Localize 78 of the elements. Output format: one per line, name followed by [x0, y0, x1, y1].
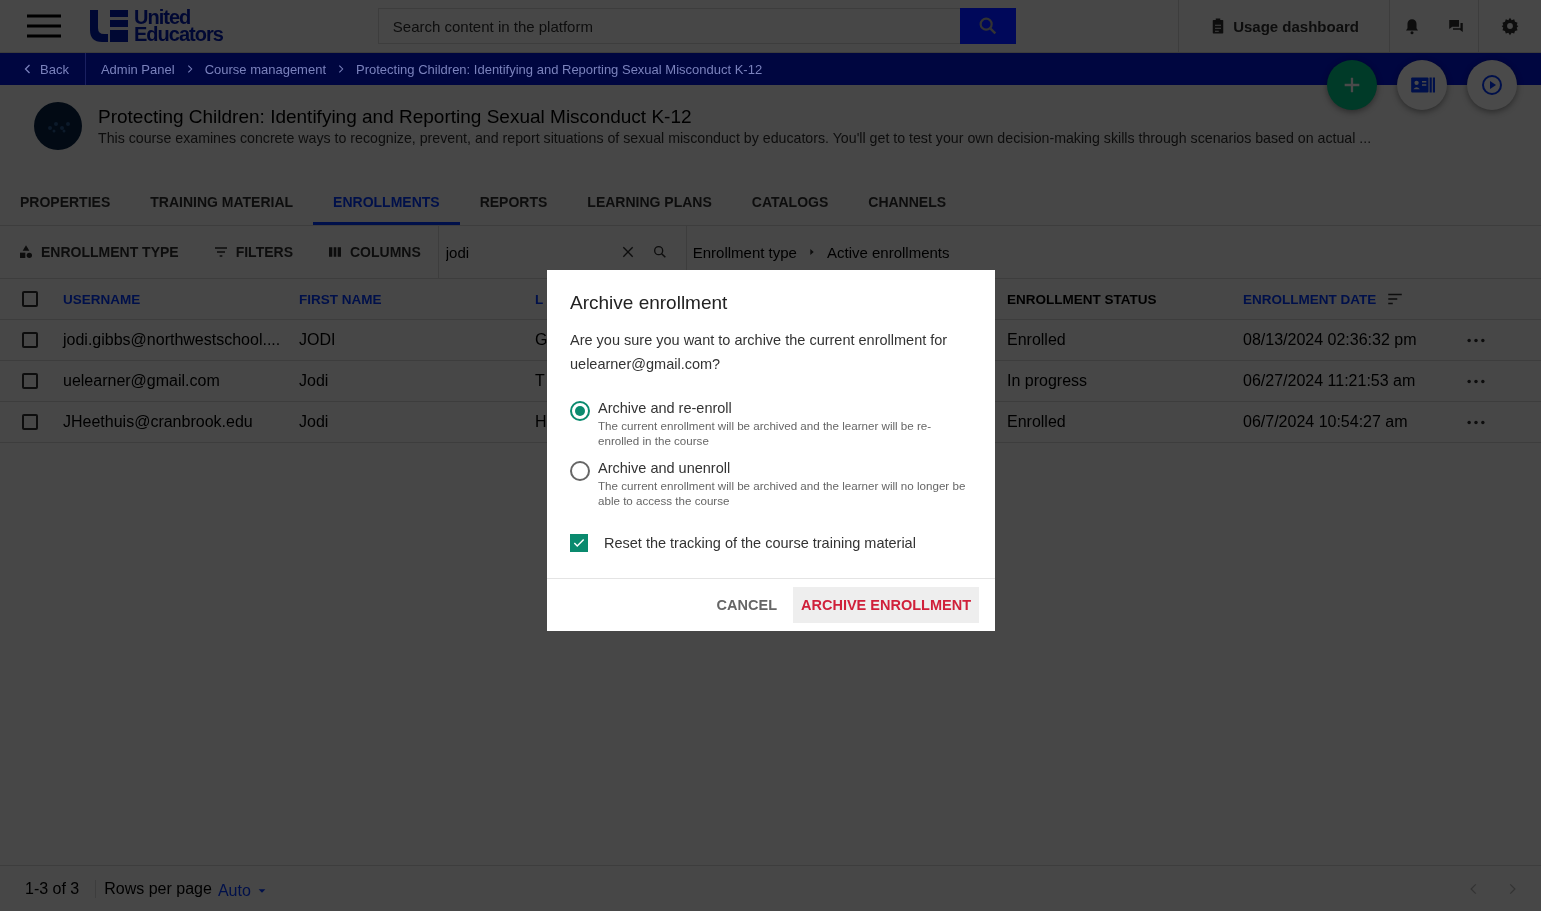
checkbox[interactable] — [570, 534, 588, 552]
column-header: ENROLLMENT STATUS — [1007, 291, 1157, 307]
column-header[interactable]: USERNAME — [63, 291, 141, 307]
table-cell: 06/7/2024 10:54:27 am — [1243, 413, 1408, 431]
column-header[interactable]: L — [535, 291, 544, 307]
radio-button[interactable] — [570, 401, 590, 421]
tab[interactable]: PROPERTIES — [0, 181, 131, 225]
more-icon[interactable] — [1467, 378, 1485, 384]
tab[interactable]: CATALOGS — [731, 181, 849, 225]
breadcrumb-link[interactable]: Course management — [204, 61, 327, 77]
row-checkbox[interactable] — [22, 373, 38, 389]
logo-text: United Educators — [134, 9, 223, 43]
table-cell: Enrolled — [1007, 413, 1066, 431]
usage-dashboard-button[interactable]: Usage dashboard — [1178, 0, 1390, 52]
toolbar-button[interactable]: FILTERS — [195, 226, 310, 278]
table-cell: JHeethuis@cranbrook.edu — [63, 413, 253, 431]
rows-per-page-select[interactable]: Auto — [217, 881, 267, 900]
columns-icon — [326, 244, 343, 260]
rows-per-page-label: Rows per page — [103, 879, 212, 898]
select-all-checkbox[interactable] — [22, 291, 38, 307]
table-cell: uelearner@gmail.com — [63, 372, 220, 390]
back-link[interactable]: Back — [0, 53, 86, 85]
column-header[interactable]: ENROLLMENT DATE — [1243, 291, 1377, 307]
cancel-button[interactable]: CANCEL — [708, 587, 785, 623]
table-cell: Jodi — [299, 372, 329, 390]
play-button[interactable] — [1467, 60, 1517, 110]
checkbox-label[interactable]: Reset the tracking of the course training material — [604, 535, 916, 551]
table-cell: H — [535, 413, 547, 431]
toolbar-button[interactable]: COLUMNS — [309, 226, 438, 278]
course-avatar-icon — [34, 101, 82, 150]
breadcrumb-link[interactable]: Admin Panel — [100, 61, 175, 77]
tab[interactable]: ENROLLMENTS — [313, 181, 460, 225]
id-card-button[interactable] — [1397, 60, 1447, 110]
search-icon — [651, 244, 668, 260]
bell-icon — [1403, 17, 1421, 35]
check-icon — [572, 536, 586, 550]
table-cell: jodi.gibbs@northwestschool.... — [63, 331, 281, 349]
option-label[interactable]: Archive and unenroll — [598, 460, 972, 476]
table-cell: JODI — [299, 331, 336, 349]
table-cell: Enrolled — [1007, 331, 1066, 349]
play-circle-icon — [1480, 73, 1504, 97]
table-cell: In progress — [1007, 372, 1088, 390]
tab[interactable]: LEARNING PLANS — [567, 181, 732, 225]
table-cell: 08/13/2024 02:36:32 pm — [1243, 331, 1417, 349]
more-icon[interactable] — [1467, 337, 1485, 343]
archive-button[interactable]: ARCHIVE ENROLLMENT — [793, 587, 979, 623]
search-button[interactable] — [959, 8, 1016, 44]
option-label[interactable]: Archive and re-enroll — [598, 400, 972, 416]
dialog-title: Archive enrollment — [570, 292, 729, 314]
radio-button[interactable] — [570, 461, 590, 481]
search-field[interactable]: Search content in the platform — [377, 8, 960, 44]
table-cell: T — [535, 372, 545, 390]
more-icon[interactable] — [1467, 419, 1485, 425]
pagination-range: 1-3 of 3 — [0, 879, 97, 898]
column-header[interactable]: FIRST NAME — [299, 291, 382, 307]
tab[interactable]: REPORTS — [459, 181, 568, 225]
tab[interactable]: CHANNELS — [848, 181, 967, 225]
menu-icon — [27, 13, 61, 39]
filter-path-item[interactable]: Enrollment type — [692, 243, 797, 261]
table-cell: 06/27/2024 11:21:53 am — [1243, 372, 1416, 390]
course-title: Protecting Children: Identifying and Reporting Sexual Misconduct K-12 — [98, 105, 693, 128]
row-checkbox[interactable] — [22, 414, 38, 430]
add-button[interactable] — [1327, 60, 1377, 110]
filter-path-item[interactable]: Active enrollments — [826, 243, 950, 261]
settings-icon — [1500, 16, 1520, 36]
dialog-message: Are you sure you want to archive the current enrollment for uelearner@gmail.com? — [570, 331, 949, 374]
option-description: The current enrollment will be archived and the learner will no longer be able to access the course — [598, 478, 967, 508]
tab[interactable]: TRAINING MATERIAL — [130, 181, 314, 225]
table-cell: G — [535, 331, 548, 349]
chat-icon — [1447, 17, 1465, 35]
option-description: The current enrollment will be archived and the learner will be re-enrolled in the course — [598, 418, 933, 448]
filter-icon — [212, 244, 229, 260]
breadcrumb-link[interactable]: Protecting Children: Identifying and Reporting Sexual Misconduct K-12 — [356, 61, 763, 77]
course-description: This course examines concrete ways to recognize, prevent, and report situations of sexual misconduct by educators. You'll get to test your own decision-making skills through scenarios based on actual ... — [98, 129, 1372, 146]
table-cell: Jodi — [299, 413, 329, 431]
row-checkbox[interactable] — [22, 332, 38, 348]
toolbar-button[interactable]: ENROLLMENT TYPE — [0, 226, 196, 278]
shapes-icon — [18, 244, 34, 260]
